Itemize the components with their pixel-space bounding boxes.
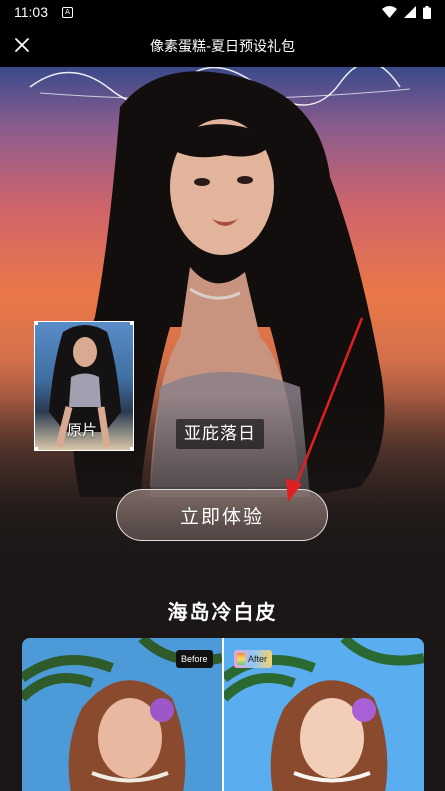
crop-handle-top-left[interactable] <box>35 322 38 325</box>
notification-icon: A <box>62 6 73 18</box>
preset-name-label: 亚庇落日 <box>176 419 264 449</box>
crop-handle-bottom-left[interactable] <box>35 447 38 450</box>
close-icon[interactable] <box>14 37 30 53</box>
original-label: 原片 <box>67 421 98 439</box>
hero-banner: 原片 亚庇落日 立即体验 <box>0 67 445 572</box>
preset-section: 海岛冷白皮 Before After <box>0 572 445 791</box>
title-bar: 像素蛋糕-夏日预设礼包 <box>0 24 445 67</box>
section-title: 海岛冷白皮 <box>167 600 278 624</box>
battery-icon <box>423 5 431 19</box>
crop-handle-bottom-right[interactable] <box>130 447 133 450</box>
page-title: 像素蛋糕-夏日预设礼包 <box>149 38 296 55</box>
signal-icon <box>404 6 416 18</box>
after-tag: After <box>234 650 273 668</box>
before-tag: Before <box>176 650 213 668</box>
status-icons <box>382 5 431 19</box>
try-now-button[interactable]: 立即体验 <box>116 489 328 541</box>
wifi-icon <box>382 6 397 18</box>
comparison-divider[interactable] <box>222 638 224 791</box>
before-after-comparison[interactable]: Before After <box>22 638 424 791</box>
status-bar: 11:03 A <box>0 0 445 24</box>
original-photo-thumbnail[interactable]: 原片 <box>34 321 134 451</box>
crop-handle-top-right[interactable] <box>130 322 133 325</box>
status-time: 11:03 <box>14 4 48 20</box>
